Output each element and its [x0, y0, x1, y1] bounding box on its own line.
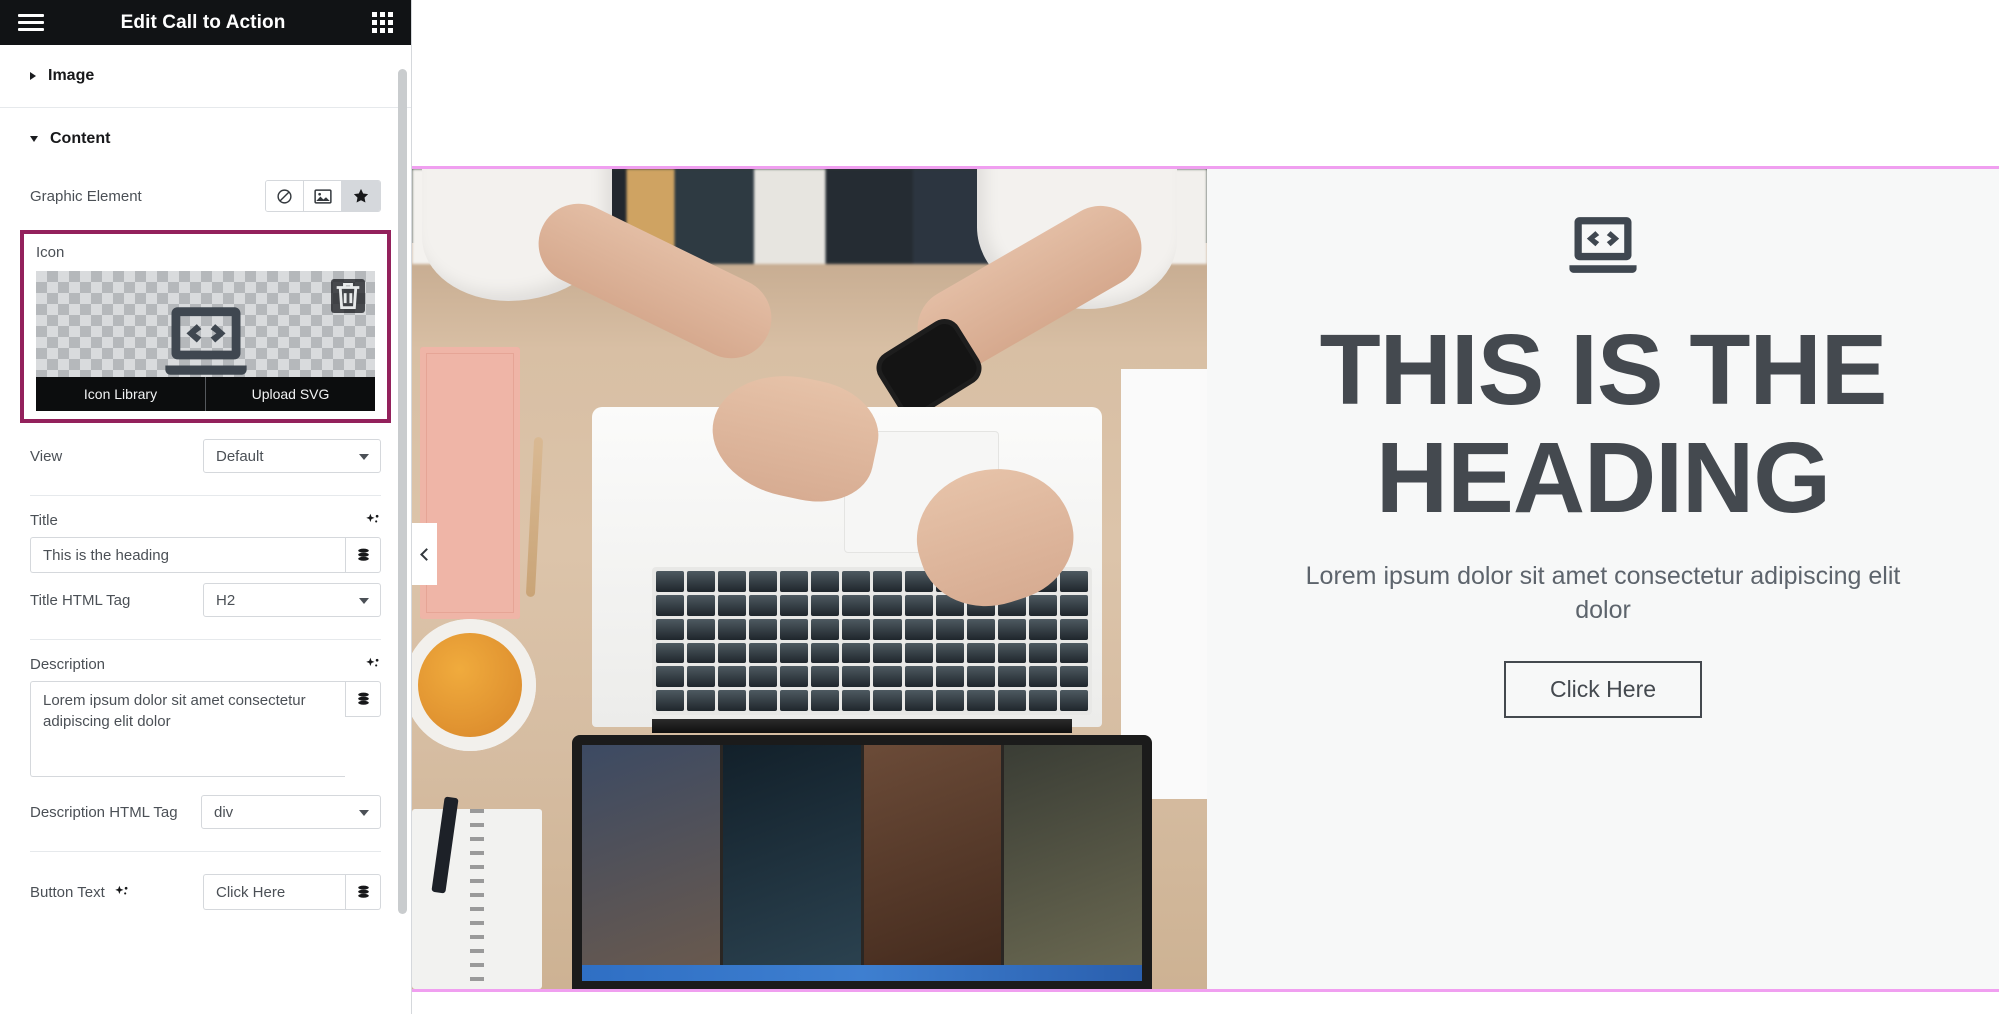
- cta-description: Lorem ipsum dolor sit amet consectetur a…: [1305, 562, 1901, 624]
- grid-apps-icon[interactable]: [372, 12, 393, 33]
- cta-title: This is the heading: [1319, 314, 1888, 534]
- control-view: View Default: [0, 429, 411, 483]
- control-title-header: Title: [0, 508, 411, 537]
- section-content-label: Content: [50, 130, 111, 147]
- description-textarea[interactable]: Lorem ipsum dolor sit amet consectetur a…: [30, 681, 345, 777]
- preview-bottom-spacer: [412, 992, 1999, 1014]
- title-label: Title: [30, 512, 58, 529]
- chevron-down-icon: [359, 598, 369, 604]
- divider: [30, 851, 381, 852]
- icon-control-highlight: Icon Icon Library Upload SVG: [20, 230, 391, 423]
- sidebar-scrollbar[interactable]: [398, 69, 407, 914]
- section-image[interactable]: Image: [0, 45, 411, 108]
- none-icon[interactable]: [266, 181, 304, 211]
- chevron-left-icon: [419, 547, 433, 561]
- control-description-html-tag: Description HTML Tag div: [0, 777, 411, 839]
- icon-action-bar: Icon Library Upload SVG: [36, 377, 375, 411]
- sparkle-ai-icon[interactable]: [113, 884, 130, 901]
- dynamic-tags-icon[interactable]: [345, 874, 381, 910]
- chevron-right-icon: [30, 72, 36, 80]
- sidebar-scroll-area[interactable]: Image Content Graphic Element Icon Icon …: [0, 45, 411, 1014]
- control-button-text: Button Text: [0, 864, 411, 920]
- description-input-wrap: Lorem ipsum dolor sit amet consectetur a…: [30, 681, 381, 777]
- title-html-tag-label: Title HTML Tag: [30, 591, 131, 609]
- sparkle-ai-icon[interactable]: [364, 512, 381, 529]
- panel-header: Edit Call to Action: [0, 0, 411, 45]
- button-text-input[interactable]: [203, 874, 345, 910]
- page-title: Edit Call to Action: [120, 11, 286, 33]
- title-html-tag-select[interactable]: H2: [203, 583, 381, 617]
- divider: [30, 639, 381, 640]
- description-label: Description: [30, 656, 106, 673]
- description-html-tag-select[interactable]: div: [201, 795, 381, 829]
- control-title-html-tag: Title HTML Tag H2: [0, 573, 411, 627]
- chevron-down-icon: [30, 136, 38, 142]
- title-html-tag-value: H2: [216, 591, 236, 609]
- description-html-tag-value: div: [214, 803, 234, 821]
- button-text-label-group: Button Text: [30, 884, 130, 901]
- content-controls: Graphic Element Icon Icon Library Upload…: [0, 170, 411, 920]
- section-content[interactable]: Content: [0, 108, 411, 170]
- control-description-header: Description: [0, 652, 411, 681]
- image-icon[interactable]: [304, 181, 342, 211]
- upload-svg-button[interactable]: Upload SVG: [206, 377, 375, 411]
- cta-content: This is the heading Lorem ipsum dolor si…: [1207, 169, 1999, 989]
- cta-widget[interactable]: This is the heading Lorem ipsum dolor si…: [412, 169, 1999, 989]
- preview-canvas: This is the heading Lorem ipsum dolor si…: [412, 0, 1999, 1014]
- view-label: View: [30, 447, 63, 465]
- dynamic-tags-icon[interactable]: [345, 681, 381, 717]
- chevron-down-icon: [359, 810, 369, 816]
- description-html-tag-label: Description HTML Tag: [30, 803, 178, 821]
- trash-icon[interactable]: [331, 279, 365, 313]
- dynamic-tags-icon[interactable]: [345, 537, 381, 573]
- button-text-input-wrap: [203, 874, 381, 910]
- icon-library-button[interactable]: Icon Library: [36, 377, 206, 411]
- panel-collapse-handle[interactable]: [412, 523, 437, 585]
- section-image-label: Image: [48, 67, 95, 84]
- control-graphic-element: Graphic Element: [0, 170, 411, 222]
- cta-button[interactable]: Click Here: [1503, 661, 1703, 718]
- icon-label: Icon: [36, 244, 65, 261]
- elementor-editor: Edit Call to Action Image Content Graphi…: [0, 0, 1999, 1014]
- divider: [30, 495, 381, 496]
- graphic-element-label: Graphic Element: [30, 187, 142, 205]
- view-select-value: Default: [216, 447, 264, 465]
- graphic-element-toggle-group: [265, 180, 381, 212]
- chevron-down-icon: [359, 454, 369, 460]
- preview-top-spacer: [412, 0, 1999, 166]
- star-icon[interactable]: [342, 181, 380, 211]
- cta-photo: [412, 169, 1207, 989]
- button-text-label: Button Text: [30, 883, 105, 901]
- title-input-wrap: [30, 537, 381, 573]
- title-input[interactable]: [30, 537, 345, 573]
- editor-sidebar: Edit Call to Action Image Content Graphi…: [0, 0, 412, 1014]
- sparkle-ai-icon[interactable]: [364, 656, 381, 673]
- cta-laptop-code-icon: [1565, 207, 1641, 288]
- laptop-code-icon: [164, 307, 247, 375]
- view-select[interactable]: Default: [203, 439, 381, 473]
